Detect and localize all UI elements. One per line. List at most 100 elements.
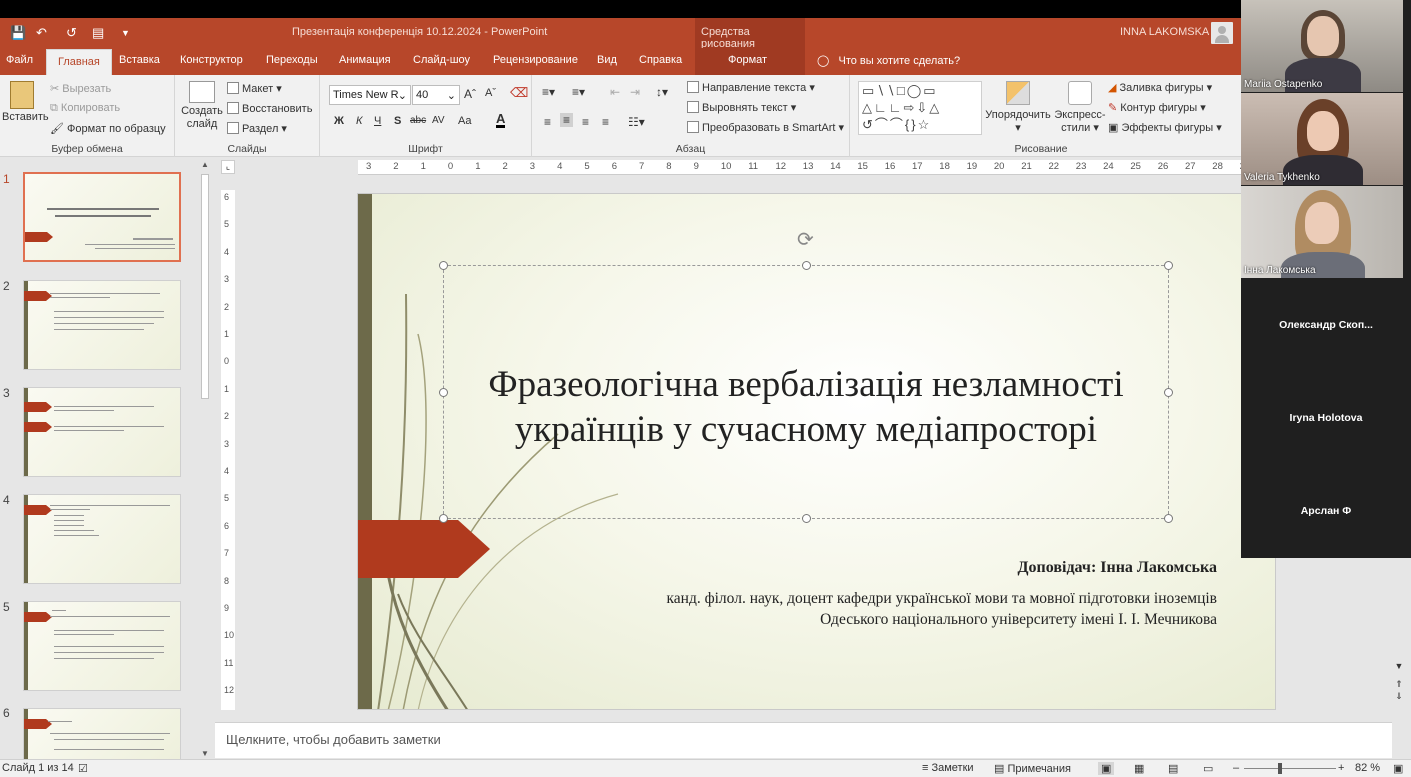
- align-text-button[interactable]: Выровнять текст ▾: [687, 101, 796, 114]
- underline-button[interactable]: Ч: [374, 115, 381, 127]
- shape-fill-button[interactable]: ◢ Заливка фигуры ▾: [1108, 81, 1212, 94]
- align-left-icon[interactable]: ≡: [544, 115, 551, 129]
- slide-scrollbar[interactable]: ▼ ⇑ ⇓: [1392, 660, 1406, 760]
- tab-animations[interactable]: Анимация: [339, 54, 391, 66]
- cut-button[interactable]: ✂ Вырезать: [50, 82, 111, 95]
- thumbnail-slide-3[interactable]: [23, 387, 181, 477]
- participant-tile[interactable]: Арслан Ф: [1241, 465, 1411, 558]
- reading-view-icon[interactable]: ▤: [1168, 762, 1178, 775]
- tab-slideshow[interactable]: Слайд-шоу: [413, 54, 470, 66]
- speaker-name[interactable]: Доповідач: Інна Лакомська: [1018, 559, 1217, 577]
- slide-title[interactable]: Фразеологічна вербалізація незламності у…: [443, 362, 1169, 452]
- participant-tile[interactable]: Iryna Holotova: [1241, 372, 1411, 465]
- italic-button[interactable]: К: [356, 115, 362, 127]
- paste-button[interactable]: Вставить: [2, 81, 49, 124]
- bullets-icon[interactable]: ≡▾: [542, 85, 555, 99]
- shapes-gallery[interactable]: ▭∖∖□◯▭ △∟∟⇨⇩△ ↺⌒⌒{}☆: [858, 81, 982, 135]
- zoom-out-icon[interactable]: –: [1233, 762, 1239, 774]
- vertical-ruler[interactable]: 6 5 4 3 2 1 0 1 2 3 4 5 6 7 8 9 10 11 12: [221, 190, 235, 710]
- shape-effects-button[interactable]: ▣ Эффекты фигуры ▾: [1108, 121, 1222, 134]
- tab-home[interactable]: Главная: [46, 49, 112, 76]
- scrollbar-thumb[interactable]: [201, 174, 209, 399]
- thumbnail-slide-6[interactable]: [23, 708, 181, 760]
- quick-styles-button[interactable]: Экспресс-стили ▾: [1052, 81, 1108, 135]
- new-slide-button[interactable]: Создать слайд: [179, 81, 225, 131]
- speaker-affiliation-line-1[interactable]: канд. філол. наук, доцент кафедри україн…: [666, 590, 1217, 608]
- tab-help[interactable]: Справка: [639, 54, 682, 66]
- font-color-button[interactable]: A: [496, 112, 506, 128]
- slideshow-view-icon[interactable]: ▭: [1203, 762, 1213, 775]
- redo-icon[interactable]: ↺: [66, 25, 77, 41]
- fit-slide-icon[interactable]: ▣: [1393, 762, 1403, 775]
- decrease-font-icon[interactable]: Aˇ: [485, 87, 496, 99]
- comments-toggle[interactable]: ▤ Примечания: [994, 762, 1071, 775]
- thumbnail-slide-2[interactable]: [23, 280, 181, 370]
- zoom-slider[interactable]: [1244, 768, 1336, 769]
- user-avatar-icon[interactable]: [1211, 22, 1233, 44]
- copy-button[interactable]: ⧉ Копировать: [50, 102, 120, 115]
- start-slideshow-icon[interactable]: ▤: [92, 25, 104, 41]
- red-arrow-shape[interactable]: [358, 520, 490, 578]
- char-spacing-button[interactable]: AV: [432, 115, 445, 126]
- columns-icon[interactable]: ☷▾: [628, 115, 645, 129]
- increase-font-icon[interactable]: Aˆ: [464, 87, 476, 101]
- section-button[interactable]: Раздел ▾: [227, 122, 287, 135]
- font-size-select[interactable]: 40 ⌄: [412, 85, 460, 105]
- resize-handle[interactable]: [439, 261, 448, 270]
- customize-toolbar-icon[interactable]: ▼: [121, 28, 130, 38]
- tab-insert[interactable]: Вставка: [119, 54, 160, 66]
- thumbnails-scrollbar[interactable]: ▲ ▼: [199, 160, 211, 760]
- clear-format-icon[interactable]: ⌫: [510, 85, 528, 101]
- thumbnail-slide-5[interactable]: [23, 601, 181, 691]
- tab-review[interactable]: Рецензирование: [493, 54, 578, 66]
- zoom-in-icon[interactable]: +: [1338, 762, 1344, 774]
- strikethrough-button[interactable]: abc: [410, 115, 426, 126]
- format-painter-button[interactable]: 🖌 Формат по образцу: [50, 122, 166, 135]
- participant-tile[interactable]: Інна Лакомська: [1241, 186, 1403, 278]
- align-right-icon[interactable]: ≡: [582, 115, 589, 129]
- bold-button[interactable]: Ж: [334, 115, 344, 127]
- slide-canvas[interactable]: ⟳ Фразеологічна вербалізація незламності…: [357, 193, 1276, 710]
- participant-tile[interactable]: Mariia Ostapenko: [1241, 0, 1403, 92]
- text-direction-button[interactable]: Направление текста ▾: [687, 81, 815, 94]
- zoom-slider-thumb[interactable]: [1278, 763, 1282, 774]
- thumbnail-slide-1[interactable]: [23, 172, 181, 262]
- slide-sorter-icon[interactable]: ▦: [1134, 762, 1144, 775]
- line-spacing-icon[interactable]: ↕▾: [656, 85, 668, 99]
- notes-pane[interactable]: Щелкните, чтобы добавить заметки: [215, 722, 1393, 758]
- spellcheck-icon[interactable]: ☑: [78, 762, 88, 775]
- scroll-down-icon[interactable]: ▼: [199, 749, 211, 758]
- participant-tile[interactable]: Valeria Tykhenko: [1241, 93, 1403, 185]
- tab-file[interactable]: Файл: [6, 54, 33, 66]
- tab-transitions[interactable]: Переходы: [266, 54, 318, 66]
- convert-smartart-button[interactable]: Преобразовать в SmartArt ▾: [687, 121, 844, 134]
- resize-handle[interactable]: [802, 514, 811, 523]
- tell-me-search[interactable]: ◯ Что вы хотите сделать?: [817, 54, 960, 67]
- resize-handle[interactable]: [802, 261, 811, 270]
- arrange-button[interactable]: Упорядочить ▾: [985, 81, 1051, 135]
- reset-button[interactable]: Восстановить: [227, 102, 312, 115]
- resize-handle[interactable]: [439, 514, 448, 523]
- speaker-affiliation-line-2[interactable]: Одеського національного університету іме…: [820, 611, 1217, 629]
- scroll-down-icon[interactable]: ▼: [1392, 660, 1406, 672]
- shape-outline-button[interactable]: ✎ Контур фигуры ▾: [1108, 101, 1206, 114]
- next-slide-icon[interactable]: ⇓: [1392, 690, 1406, 702]
- resize-handle[interactable]: [1164, 514, 1173, 523]
- tab-format[interactable]: Формат: [728, 54, 767, 66]
- change-case-button[interactable]: Aa: [458, 115, 471, 127]
- resize-handle[interactable]: [1164, 261, 1173, 270]
- justify-icon[interactable]: ≡: [602, 115, 609, 129]
- scroll-up-icon[interactable]: ▲: [199, 160, 211, 169]
- shadow-button[interactable]: S: [394, 115, 401, 127]
- font-name-select[interactable]: Times New R ⌄: [329, 85, 411, 105]
- tab-view[interactable]: Вид: [597, 54, 617, 66]
- layout-button[interactable]: Макет ▾: [227, 82, 282, 95]
- participant-tile[interactable]: Олександр Скоп...: [1241, 279, 1411, 372]
- align-center-icon[interactable]: ≡: [560, 113, 574, 127]
- numbering-icon[interactable]: ≡▾: [572, 85, 585, 99]
- save-icon[interactable]: 💾: [10, 25, 26, 41]
- increase-indent-icon[interactable]: ⇥: [630, 85, 640, 99]
- normal-view-icon[interactable]: ▣: [1098, 762, 1115, 775]
- undo-icon[interactable]: ↶: [36, 25, 47, 41]
- rotate-handle-icon[interactable]: ⟳: [797, 227, 814, 252]
